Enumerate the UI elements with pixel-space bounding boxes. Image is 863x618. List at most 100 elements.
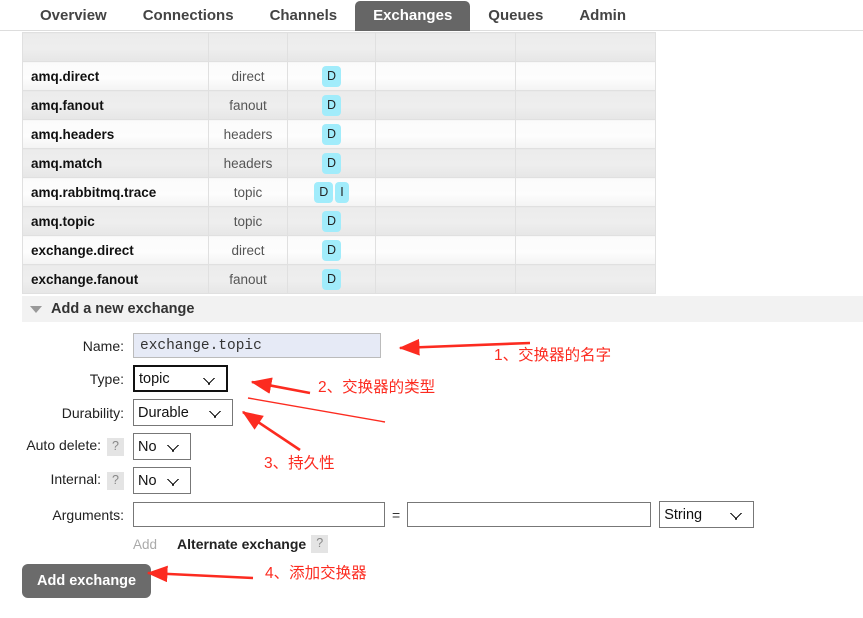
exchange-features-cell: D (287, 264, 376, 294)
exchange-type-cell: topic (208, 206, 288, 236)
form-row-internal: Internal:? NoYes (0, 467, 863, 494)
tab-exchanges[interactable]: Exchanges (355, 1, 471, 31)
alternate-exchange-help-icon[interactable]: ? (311, 535, 329, 553)
exchange-name-cell[interactable]: exchange.direct (22, 235, 209, 265)
exchange-features-cell: D (287, 148, 376, 178)
annotation-arrow-4 (146, 565, 254, 583)
type-select[interactable]: directfanoutheaderstopic (133, 365, 228, 392)
exchange-type-cell: fanout (208, 264, 288, 294)
cut-cell-b1 (375, 32, 516, 62)
feature-badge: D (321, 123, 342, 145)
cut-cell-feat (287, 32, 376, 62)
exchange-blank-cell (375, 235, 516, 265)
feature-badge: D (314, 181, 334, 203)
form-row-auto-delete: Auto delete:? NoYes (0, 433, 863, 460)
alternate-exchange-preset[interactable]: Alternate exchange (177, 536, 306, 552)
tab-queues[interactable]: Queues (470, 1, 561, 31)
exchange-name-cell[interactable]: exchange.fanout (22, 264, 209, 294)
internal-select[interactable]: NoYes (133, 467, 191, 494)
table-row[interactable]: exchange.direct direct D (22, 235, 656, 265)
exchange-blank-cell (515, 119, 656, 149)
table-row[interactable]: amq.fanout fanout D (22, 90, 656, 120)
chevron-down-icon[interactable] (30, 305, 42, 313)
exchange-features-cell: D (287, 90, 376, 120)
table-row-partial (22, 32, 656, 62)
exchange-name-cell[interactable]: amq.topic (22, 206, 209, 236)
exchange-blank-cell (375, 119, 516, 149)
argument-value-input[interactable] (407, 502, 652, 527)
feature-badge: D (321, 268, 342, 290)
auto-delete-select[interactable]: NoYes (133, 433, 191, 460)
add-exchange-form: Name: Type: directfanoutheaderstopic Dur… (0, 333, 863, 560)
feature-badge: D (321, 152, 342, 174)
exchange-type-cell: fanout (208, 90, 288, 120)
form-row-name: Name: (0, 333, 863, 358)
tab-admin[interactable]: Admin (561, 1, 644, 31)
table-row[interactable]: exchange.fanout fanout D (22, 264, 656, 294)
exchange-blank-cell (375, 61, 516, 91)
type-label: Type: (89, 370, 124, 387)
exchange-name-cell[interactable]: amq.headers (22, 119, 209, 149)
nav-tab-list: Overview Connections Channels Exchanges … (0, 0, 863, 31)
exchange-blank-cell (375, 90, 516, 120)
exchange-type-cell: headers (208, 119, 288, 149)
rabbitmq-exchanges-page: Overview Connections Channels Exchanges … (0, 0, 863, 618)
exchange-blank-cell (515, 148, 656, 178)
exchanges-table: amq.direct direct Damq.fanout fanout Damq.he… (22, 32, 656, 294)
table-row[interactable]: amq.rabbitmq.trace topic D I (22, 177, 656, 207)
form-row-durability: Durability: DurableTransient (0, 399, 863, 426)
equals-sign: = (392, 506, 401, 523)
main-navigation: Overview Connections Channels Exchanges … (0, 0, 863, 31)
exchange-type-cell: headers (208, 148, 288, 178)
argument-key-input[interactable] (133, 502, 385, 527)
auto-delete-label: Auto delete:? (0, 437, 133, 456)
internal-label: Internal:? (0, 471, 133, 490)
exchange-features-cell: D (287, 61, 376, 91)
exchange-blank-cell (375, 206, 516, 236)
add-argument-link[interactable]: Add (133, 537, 157, 552)
argument-type-select[interactable]: StringNumberBooleanList (659, 501, 755, 528)
exchange-name-cell[interactable]: amq.fanout (22, 90, 209, 120)
tab-overview[interactable]: Overview (22, 1, 125, 31)
section-title: Add a new exchange (51, 301, 195, 317)
feature-badge: I (335, 181, 349, 203)
table-row[interactable]: amq.topic topic D (22, 206, 656, 236)
table-row[interactable]: amq.match headers D (22, 148, 656, 178)
internal-help-icon[interactable]: ? (107, 472, 124, 490)
name-label: Name: (82, 337, 124, 354)
add-exchange-section-header[interactable]: Add a new exchange (22, 296, 863, 322)
exchanges-table-body: amq.direct direct Damq.fanout fanout Damq.he… (22, 32, 656, 294)
arguments-label: Arguments: (52, 506, 124, 523)
feature-badge: D (321, 65, 342, 87)
exchange-blank-cell (515, 206, 656, 236)
feature-badge: D (321, 239, 342, 261)
exchange-features-cell: D (287, 235, 376, 265)
exchange-blank-cell (375, 148, 516, 178)
annotation-label-4: 4、添加交换器 (265, 565, 367, 582)
exchange-blank-cell (515, 90, 656, 120)
name-input[interactable] (133, 333, 381, 358)
tab-channels[interactable]: Channels (252, 1, 356, 31)
exchange-blank-cell (515, 235, 656, 265)
durability-select[interactable]: DurableTransient (133, 399, 233, 426)
cut-cell-type (208, 32, 288, 62)
exchange-name-cell[interactable]: amq.match (22, 148, 209, 178)
feature-badge: D (321, 210, 342, 232)
exchange-features-cell: D (287, 206, 376, 236)
exchange-type-cell: direct (208, 61, 288, 91)
exchange-blank-cell (515, 264, 656, 294)
exchange-blank-cell (515, 61, 656, 91)
table-row[interactable]: amq.direct direct D (22, 61, 656, 91)
tab-connections[interactable]: Connections (125, 1, 252, 31)
auto-delete-help-icon[interactable]: ? (107, 438, 124, 456)
table-row[interactable]: amq.headers headers D (22, 119, 656, 149)
add-exchange-button[interactable]: Add exchange (22, 564, 152, 598)
exchange-name-cell[interactable]: amq.rabbitmq.trace (22, 177, 209, 207)
exchange-blank-cell (515, 177, 656, 207)
form-row-arguments: Arguments: = StringNumberBooleanList (0, 501, 863, 528)
auto-delete-label-text: Auto delete: (26, 437, 102, 453)
exchange-name-cell[interactable]: amq.direct (22, 61, 209, 91)
internal-label-text: Internal: (50, 471, 102, 487)
exchange-features-cell: D (287, 119, 376, 149)
exchange-type-cell: topic (208, 177, 288, 207)
